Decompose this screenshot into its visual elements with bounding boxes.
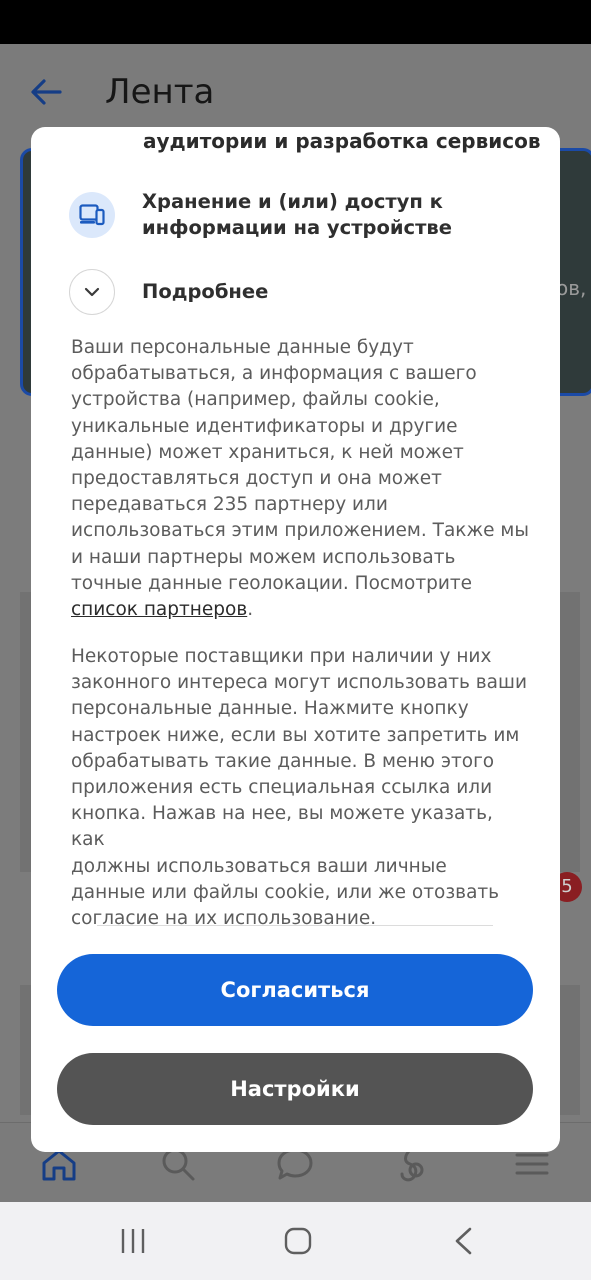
text-line: предоставляться доступ и она может xyxy=(71,468,442,490)
text-line: персональные данные. Нажмите кнопку xyxy=(71,698,469,720)
consent-dialog: аудитории и разработка сервисов Хранение… xyxy=(31,127,560,1152)
system-navigation-bar xyxy=(0,1202,591,1280)
system-back-icon[interactable] xyxy=(450,1226,478,1256)
purpose-item-storage: Хранение и (или) доступ к информации на … xyxy=(69,189,452,241)
partners-list-link[interactable]: список партнеров xyxy=(71,599,247,620)
text-line: обрабатываться, а информация с вашего xyxy=(71,363,477,385)
agree-button[interactable]: Согласиться xyxy=(57,954,533,1026)
text-line: точные данные геолокации. Посмотрите xyxy=(71,572,473,594)
text-line: кнопка. Нажав на нее, вы можете указать,… xyxy=(71,803,493,851)
consent-paragraph-1: Ваши персональные данные будут обрабатыв… xyxy=(71,335,531,623)
settings-button[interactable]: Настройки xyxy=(57,1053,533,1125)
device-storage-icon xyxy=(69,192,115,238)
text-line: использоваться этим приложением. Также м… xyxy=(71,520,529,542)
text-line: должны использоваться ваши личные xyxy=(71,855,447,877)
text-line: настроек ниже, если вы хотите запретить … xyxy=(71,724,520,746)
more-details-toggle[interactable]: Подробнее xyxy=(69,269,268,315)
text-line: данные или файлы cookie, или же отозвать xyxy=(71,881,500,903)
link-suffix: . xyxy=(247,599,254,621)
home-button-icon[interactable] xyxy=(283,1226,313,1256)
text-line: обрабатывать такие данные. В меню этого xyxy=(71,750,495,772)
chevron-down-icon[interactable] xyxy=(69,269,115,315)
purpose-label-clipped: аудитории и разработка сервисов xyxy=(143,129,541,153)
divider xyxy=(97,925,493,926)
text-line: согласие на их использование. xyxy=(71,908,377,930)
feed-card-text-fragment: ов, xyxy=(556,276,587,300)
text-line: приложения есть специальная ссылка или xyxy=(71,777,493,799)
text-line: уникальные идентификаторы и другие xyxy=(71,415,458,437)
text-line: данные) может храниться, к ней может xyxy=(71,441,464,463)
text-line: передаваться 235 партнеру или xyxy=(71,494,388,516)
consent-paragraph-2: Некоторые поставщики при наличии у них з… xyxy=(71,644,531,932)
text-line: Ваши персональные данные будут xyxy=(71,337,414,358)
page-title: Лента xyxy=(105,72,215,112)
text-line: Некоторые поставщики при наличии у них xyxy=(71,646,492,667)
text-line: и наши партнеры можем использовать xyxy=(71,546,456,568)
text-line: законного интереса могут использовать ва… xyxy=(71,672,527,694)
app-bar: Лента xyxy=(0,44,591,140)
status-bar xyxy=(0,0,591,44)
recent-apps-icon[interactable] xyxy=(118,1226,148,1256)
purpose-label-line: Хранение и (или) доступ к xyxy=(142,190,443,213)
more-details-label[interactable]: Подробнее xyxy=(142,279,268,305)
text-line: устройства (например, файлы cookie, xyxy=(71,389,440,411)
back-arrow-icon[interactable] xyxy=(28,74,64,110)
purpose-label-line: информации на устройстве xyxy=(142,216,452,239)
